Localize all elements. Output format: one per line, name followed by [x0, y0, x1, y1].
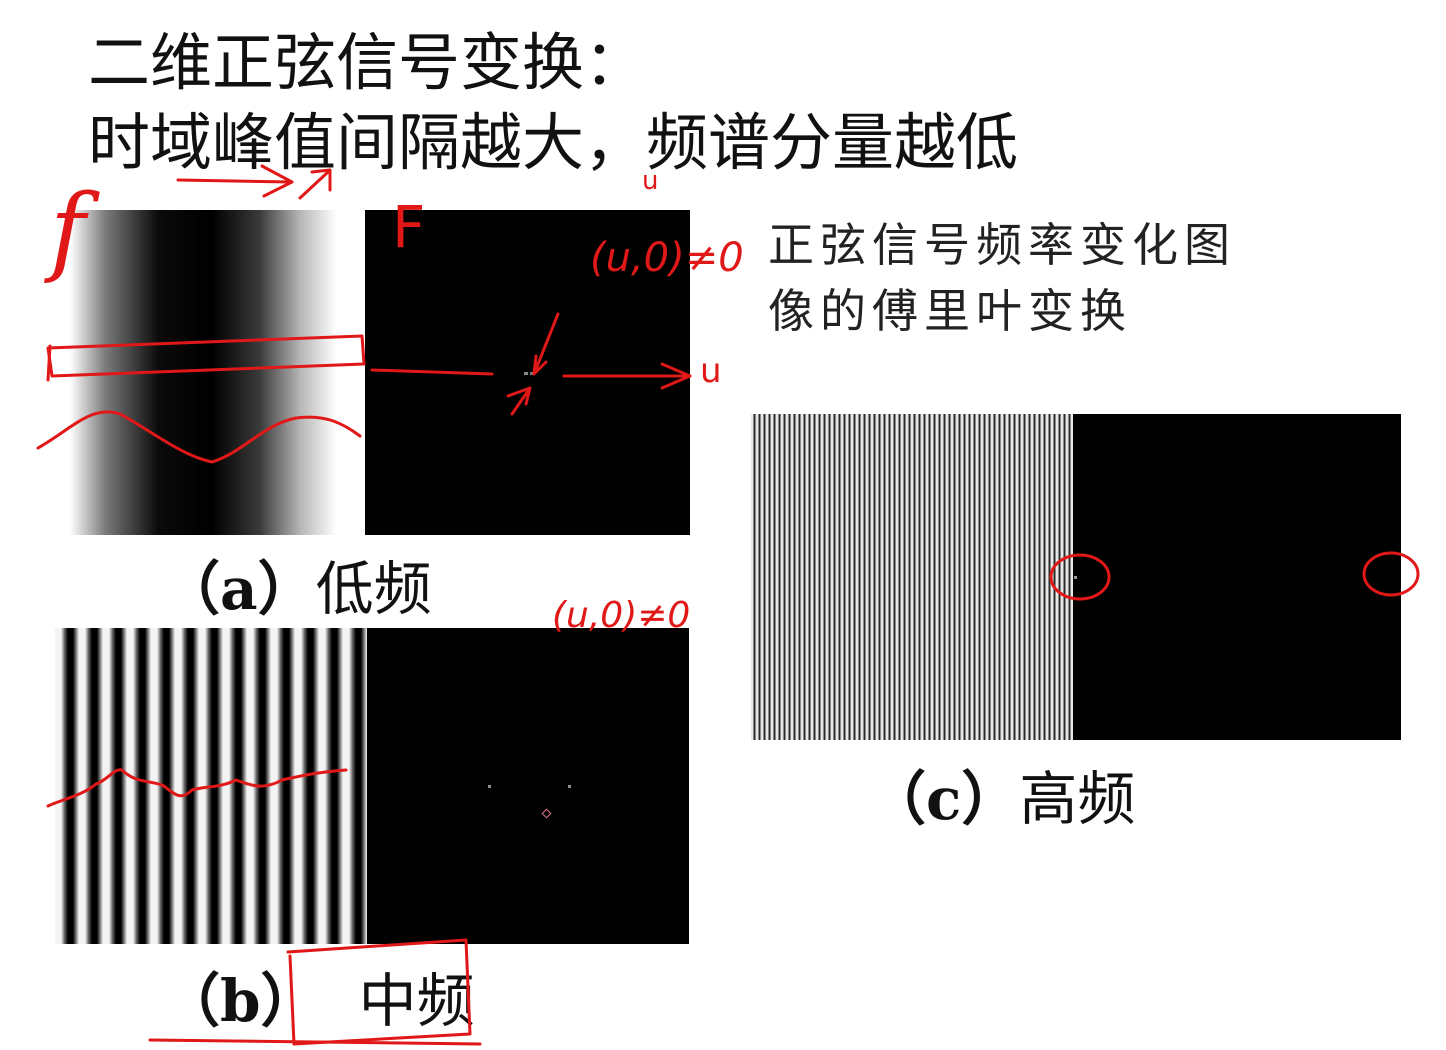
annotation-u0-neq-zero-a: (u,0)≠0 — [590, 235, 744, 281]
high-freq-spectrum — [1073, 414, 1401, 740]
ink-band-tick — [46, 344, 52, 382]
slide-title: 二维正弦信号变换： — [88, 26, 647, 99]
annotation-F: F — [392, 193, 426, 261]
spectrum-dot-right — [568, 785, 571, 788]
spectrum-dot-left-edge — [1074, 576, 1077, 579]
spectrum-dot-center — [524, 372, 528, 375]
note-line-2: 像的傅里叶变换 — [768, 284, 1132, 338]
mid-freq-spectrum — [367, 628, 689, 944]
caption-c: （c）高频 — [868, 770, 1135, 828]
caption-b-label: （b） — [162, 967, 319, 1035]
ink-arrow-top — [176, 178, 292, 184]
mid-freq-image — [55, 628, 367, 944]
caption-b-text: 中频 — [358, 967, 475, 1035]
caption-c-label: （c） — [868, 765, 1020, 833]
caption-a-text: 低频 — [315, 555, 432, 623]
spectrum-dot-left — [488, 785, 491, 788]
slide-subtitle: 时域峰值间隔越大，频谱分量越低 — [88, 106, 1019, 179]
spectrum-dot-side — [530, 372, 533, 375]
high-freq-image — [751, 414, 1073, 740]
caption-c-text: 高频 — [1019, 765, 1136, 833]
caption-a: （a）低频 — [162, 560, 432, 618]
annotation-u-top: u — [642, 166, 659, 196]
caption-a-label: （a） — [162, 555, 316, 623]
annotation-f: f — [50, 174, 86, 286]
caption-b: （b） 中频 — [162, 972, 475, 1030]
note-line-1: 正弦信号频率变化图 — [768, 218, 1236, 272]
ink-underline-b — [148, 1038, 482, 1046]
annotation-u-axis: u — [700, 351, 722, 391]
annotation-u0-neq-zero-b: (u,0)≠0 — [552, 595, 691, 636]
low-freq-image — [70, 210, 366, 535]
